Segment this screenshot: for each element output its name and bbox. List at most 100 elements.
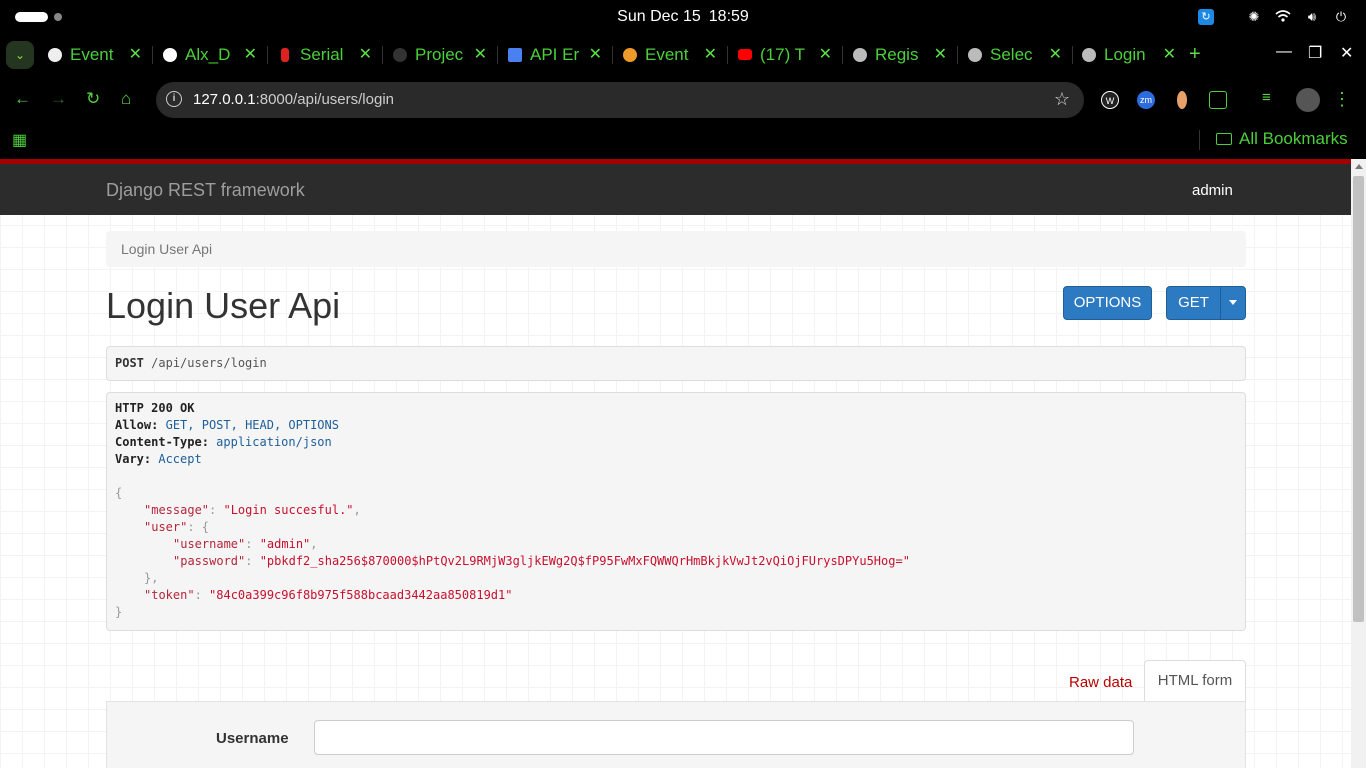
json-string: "admin" (259, 537, 311, 551)
username-input[interactable] (314, 720, 1134, 755)
brightness-icon[interactable]: ✺ (1246, 9, 1262, 25)
url-text[interactable]: 127.0.0.1:8000/api/users/login (193, 91, 394, 108)
browser-tab-active[interactable]: Login ✕ (1072, 38, 1186, 72)
json-brace-open: { (115, 486, 123, 500)
response-info: HTTP 200 OK Allow: GET, POST, HEAD, OPTI… (106, 392, 1246, 631)
scroll-up-arrow-icon[interactable] (1355, 164, 1363, 169)
form-tabs: Raw data HTML form (106, 660, 1246, 703)
browser-tab[interactable]: (17) T ✕ (728, 38, 843, 72)
json-key: "password" (173, 554, 246, 568)
options-button[interactable]: OPTIONS (1063, 286, 1152, 320)
clock-date: Sun Dec 15 (617, 8, 701, 25)
tab-close-icon[interactable]: ✕ (359, 44, 372, 64)
extension-zoom-icon[interactable]: zm (1137, 91, 1155, 109)
tab-title: Projec (415, 45, 464, 64)
browser-tab[interactable]: Event ✕ (38, 38, 153, 72)
url-path: :8000/api/users/login (255, 91, 394, 108)
menu-kebab-icon[interactable]: ⋮ (1333, 89, 1351, 110)
extensions-puzzle-icon[interactable] (1209, 91, 1227, 109)
tray-app-icon[interactable]: ↻ (1198, 9, 1214, 25)
page-content: Django REST framework admin Login User A… (0, 159, 1351, 768)
tab-title: Alx_D (185, 45, 231, 64)
tab-html-form[interactable]: HTML form (1144, 660, 1246, 703)
tab-close-icon[interactable]: ✕ (704, 44, 717, 64)
bookmarks-bar: ▦ All Bookmarks (0, 122, 1366, 159)
system-clock[interactable]: Sun Dec 15 18:59 (0, 8, 1366, 26)
request-method: POST (115, 356, 144, 370)
request-info: POST /api/users/login (106, 346, 1246, 381)
tab-close-icon[interactable]: ✕ (129, 44, 142, 64)
tab-title: Login (1104, 45, 1146, 64)
get-button[interactable]: GET (1166, 286, 1221, 320)
get-format-dropdown[interactable] (1220, 286, 1246, 320)
event-site-icon (623, 48, 637, 62)
minimize-icon[interactable]: — (1276, 43, 1292, 61)
json-key: "user" (144, 520, 188, 534)
browser-tab-strip: ⌄ Event ✕ Alx_D ✕ Serial ✕ Projec ✕ API … (0, 35, 1366, 77)
user-menu[interactable]: admin (1192, 182, 1233, 199)
scrollbar-thumb[interactable] (1353, 176, 1364, 622)
globe-icon (853, 48, 867, 62)
browser-tab[interactable]: Serial ✕ (268, 38, 383, 72)
drf-brand-link[interactable]: Django REST framework (106, 180, 305, 201)
tab-close-icon[interactable]: ✕ (474, 44, 487, 64)
tab-search-button[interactable]: ⌄ (6, 41, 34, 69)
power-icon[interactable]: ⏻ (1333, 9, 1349, 25)
tab-title: Event (645, 45, 689, 64)
back-icon[interactable]: ← (14, 89, 31, 109)
alx-icon (393, 48, 407, 62)
url-host: 127.0.0.1 (193, 91, 256, 108)
apps-grid-icon[interactable]: ▦ (12, 130, 27, 150)
browser-tab[interactable]: API Er ✕ (498, 38, 613, 72)
tab-raw-data[interactable]: Raw data (1069, 674, 1132, 691)
browser-tab[interactable]: Selec ✕ (958, 38, 1073, 72)
json-string: "84c0a399c96f8b975f588bcaad3442aa850819d… (209, 588, 513, 602)
serializer-icon (281, 48, 289, 62)
json-string: "Login succesful." (223, 503, 354, 517)
globe-icon (1082, 48, 1096, 62)
breadcrumb-item[interactable]: Login User Api (121, 241, 212, 257)
browser-tab[interactable]: Regis ✕ (843, 38, 958, 72)
window-close-icon[interactable]: ✕ (1340, 43, 1353, 63)
home-icon[interactable]: ⌂ (121, 89, 131, 109)
extension-fox-icon[interactable] (1177, 91, 1187, 109)
json-key: "token" (144, 588, 195, 602)
folder-icon (1216, 133, 1232, 145)
browser-tab[interactable]: Projec ✕ (383, 38, 498, 72)
tab-close-icon[interactable]: ✕ (244, 44, 257, 64)
site-info-icon[interactable]: i (166, 91, 182, 107)
json-string: "pbkdf2_sha256$870000$hPtQv2L9RMjW3gljkE… (259, 554, 910, 568)
all-bookmarks-button[interactable]: All Bookmarks (1216, 129, 1348, 149)
reading-list-icon[interactable]: ≡ (1262, 89, 1271, 106)
tab-title: (17) T (760, 45, 806, 64)
clock-time: 18:59 (708, 8, 749, 25)
browser-tab[interactable]: Event ✕ (613, 38, 728, 72)
html-form-panel: Username (106, 701, 1246, 768)
google-docs-icon (508, 48, 522, 62)
maximize-icon[interactable]: ❐ (1308, 43, 1322, 63)
header-value: Accept (158, 452, 202, 466)
profile-avatar[interactable] (1296, 88, 1320, 112)
address-bar[interactable]: i 127.0.0.1:8000/api/users/login ☆ (156, 82, 1084, 118)
globe-icon (968, 48, 982, 62)
tab-close-icon[interactable]: ✕ (1049, 44, 1062, 64)
extension-w-icon[interactable]: W (1101, 91, 1119, 109)
tab-close-icon[interactable]: ✕ (934, 44, 947, 64)
tab-title: Selec (990, 45, 1033, 64)
reload-icon[interactable]: ↻ (86, 89, 100, 109)
json-brace-close: }, (144, 571, 159, 585)
page-scrollbar[interactable] (1351, 159, 1366, 768)
chatgpt-icon (48, 48, 62, 62)
youtube-icon (738, 49, 752, 60)
breadcrumb: Login User Api (106, 231, 1246, 267)
wifi-icon[interactable] (1275, 9, 1291, 25)
new-tab-button[interactable]: + (1189, 43, 1201, 66)
volume-icon[interactable]: 🔊︎ (1304, 9, 1320, 25)
tab-close-icon[interactable]: ✕ (1163, 44, 1176, 64)
forward-icon[interactable]: → (50, 89, 67, 109)
drf-navbar: Django REST framework admin (0, 164, 1351, 215)
browser-tab[interactable]: Alx_D ✕ (153, 38, 268, 72)
tab-close-icon[interactable]: ✕ (589, 44, 602, 64)
bookmark-star-icon[interactable]: ☆ (1054, 89, 1070, 110)
tab-close-icon[interactable]: ✕ (819, 44, 832, 64)
